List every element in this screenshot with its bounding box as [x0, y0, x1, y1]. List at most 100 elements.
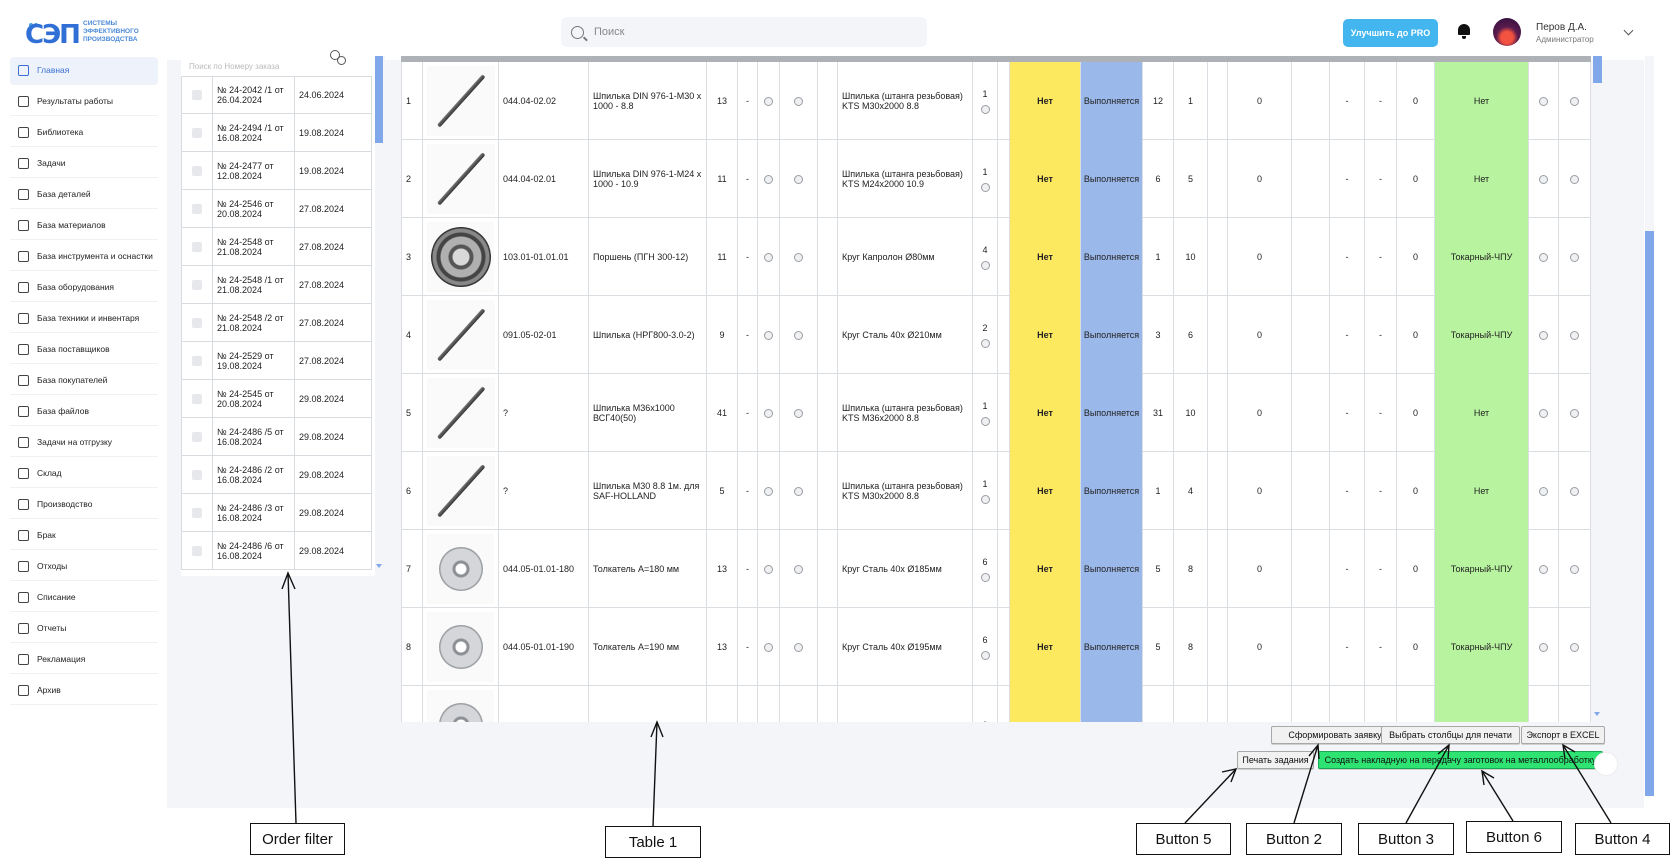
order-search[interactable]: [181, 50, 375, 76]
info-icon[interactable]: [764, 252, 773, 262]
order-checkbox[interactable]: [182, 532, 213, 569]
info-icon[interactable]: [980, 494, 990, 504]
order-checkbox[interactable]: [182, 304, 213, 341]
order-checkbox[interactable]: [182, 190, 213, 227]
info-icon[interactable]: [980, 338, 990, 348]
order-row[interactable]: № 24-2548 /1 от 21.08.2024 27.08.2024: [181, 266, 372, 304]
info-icon[interactable]: [1539, 252, 1548, 262]
order-checkbox[interactable]: [182, 418, 213, 455]
choose-print-columns-button[interactable]: Выбрать столбцы для печати: [1381, 726, 1520, 744]
info-icon[interactable]: [1570, 564, 1579, 574]
page-scrollbar[interactable]: [1645, 56, 1654, 796]
info-icon[interactable]: [980, 182, 990, 192]
order-checkbox[interactable]: [182, 266, 213, 303]
info-icon[interactable]: [1570, 486, 1579, 496]
order-row[interactable]: № 24-2486 /2 от 16.08.2024 29.08.2024: [181, 456, 372, 494]
info-icon[interactable]: [1539, 174, 1548, 184]
info-icon[interactable]: [1570, 174, 1579, 184]
upgrade-pro-button[interactable]: Улучшить до PRO: [1343, 19, 1438, 47]
sidebar-item[interactable]: База оборудования: [10, 274, 158, 302]
sidebar-item[interactable]: Библиотека: [10, 119, 158, 147]
sidebar-item[interactable]: Отчеты: [10, 615, 158, 643]
info-icon[interactable]: [1570, 96, 1579, 106]
sidebar-item[interactable]: Результаты работы: [10, 88, 158, 116]
order-checkbox[interactable]: [182, 228, 213, 265]
info-icon[interactable]: [764, 330, 773, 340]
order-checkbox[interactable]: [182, 494, 213, 531]
info-icon[interactable]: [764, 96, 773, 106]
info-icon[interactable]: [764, 486, 773, 496]
info-icon[interactable]: [980, 260, 990, 270]
info-icon[interactable]: [1539, 330, 1548, 340]
table-row[interactable]: 1 044.04-02.02 Шпилька DIN 976-1-M30 x 100…: [401, 62, 1591, 140]
info-icon[interactable]: [1539, 408, 1548, 418]
order-row[interactable]: № 24-2546 от 20.08.2024 27.08.2024: [181, 190, 372, 228]
table-row[interactable]: 8 044.05-01.01-190 Толкатель А=190 мм 13- Кр…: [401, 608, 1591, 686]
order-checkbox[interactable]: [182, 456, 213, 493]
info-icon[interactable]: [794, 96, 803, 106]
sidebar-item[interactable]: База техники и инвентаря: [10, 305, 158, 333]
app-logo[interactable]: СЭП системы эффективного производства: [25, 16, 139, 50]
sidebar-item[interactable]: База деталей: [10, 181, 158, 209]
info-icon[interactable]: [980, 416, 990, 426]
chevron-down-icon[interactable]: [1623, 25, 1634, 36]
order-filter-scrollbar[interactable]: [375, 56, 385, 576]
sidebar-item[interactable]: Производство: [10, 491, 158, 519]
sidebar-item[interactable]: Рекламация: [10, 646, 158, 674]
order-row[interactable]: № 24-2494 /1 от 16.08.2024 19.08.2024: [181, 114, 372, 152]
order-row[interactable]: № 24-2548 /2 от 21.08.2024 27.08.2024: [181, 304, 372, 342]
table-row[interactable]: 6? Шпилька М30 8.8 1м. для SAF-HOLLAND 5- Ш…: [401, 452, 1591, 530]
info-icon[interactable]: [794, 330, 803, 340]
create-invoice-button[interactable]: Создать накладную на передачу заготовок …: [1318, 751, 1603, 769]
sidebar-item[interactable]: Задачи: [10, 150, 158, 178]
sidebar-item[interactable]: Склад: [10, 460, 158, 488]
info-icon[interactable]: [794, 642, 803, 652]
order-row[interactable]: № 24-2486 /6 от 16.08.2024 29.08.2024: [181, 532, 372, 570]
global-search[interactable]: [561, 17, 927, 47]
sidebar-item[interactable]: Брак: [10, 522, 158, 550]
order-checkbox[interactable]: [182, 77, 213, 113]
avatar[interactable]: [1493, 18, 1521, 46]
sidebar-item[interactable]: Задачи на отгрузку: [10, 429, 158, 457]
info-icon[interactable]: [794, 252, 803, 262]
search-input[interactable]: [594, 26, 894, 38]
info-icon[interactable]: [764, 642, 773, 652]
info-icon[interactable]: [764, 174, 773, 184]
print-task-button[interactable]: Печать задания: [1237, 751, 1314, 769]
form-request-button[interactable]: Сформировать заявку: [1271, 726, 1399, 744]
info-icon[interactable]: [1570, 408, 1579, 418]
info-icon[interactable]: [1570, 252, 1579, 262]
info-icon[interactable]: [980, 572, 990, 582]
info-icon[interactable]: [980, 104, 990, 114]
order-row[interactable]: № 24-2529 от 19.08.2024 27.08.2024: [181, 342, 372, 380]
info-icon[interactable]: [980, 650, 990, 660]
info-icon[interactable]: [1539, 564, 1548, 574]
info-icon[interactable]: [794, 564, 803, 574]
order-checkbox[interactable]: [182, 380, 213, 417]
info-icon[interactable]: [1570, 330, 1579, 340]
table-row[interactable]: 2 044.04-02.01 Шпилька DIN 976-1-M24 x 100…: [401, 140, 1591, 218]
order-row[interactable]: № 24-2486 /3 от 16.08.2024 29.08.2024: [181, 494, 372, 532]
order-checkbox[interactable]: [182, 114, 213, 151]
info-icon[interactable]: [1539, 486, 1548, 496]
export-excel-button[interactable]: Экспорт в EXCEL: [1521, 726, 1605, 744]
sidebar-item[interactable]: Главная: [10, 57, 158, 85]
info-icon[interactable]: [1570, 642, 1579, 652]
order-row[interactable]: № 24-2042 /1 от 26.04.2024 24.06.2024: [181, 76, 372, 114]
table-row[interactable]: 6: [401, 686, 1591, 722]
info-icon[interactable]: [794, 408, 803, 418]
order-row[interactable]: № 24-2486 /5 от 16.08.2024 29.08.2024: [181, 418, 372, 456]
info-icon[interactable]: [1539, 642, 1548, 652]
sidebar-item[interactable]: База файлов: [10, 398, 158, 426]
table-row[interactable]: 4 091.05-02-01 Шпилька (НРГ800-3.0-2) 9- Кру…: [401, 296, 1591, 374]
table-row[interactable]: 3 103.01-01.01.01 Поршень (ПГН 300-12) 11- К…: [401, 218, 1591, 296]
sidebar-item[interactable]: База материалов: [10, 212, 158, 240]
sidebar-item[interactable]: Списание: [10, 584, 158, 612]
order-search-input[interactable]: [189, 61, 339, 71]
sidebar-item[interactable]: База поставщиков: [10, 336, 158, 364]
info-icon[interactable]: [794, 486, 803, 496]
bell-icon[interactable]: [1457, 24, 1471, 40]
table-row[interactable]: 7 044.05-01.01-180 Толкатель А=180 мм 13- Кр…: [401, 530, 1591, 608]
table-scrollbar[interactable]: [1593, 56, 1602, 722]
table-row[interactable]: 5? Шпилька М36х1000 ВСГ40(50) 41- Шпилька (…: [401, 374, 1591, 452]
